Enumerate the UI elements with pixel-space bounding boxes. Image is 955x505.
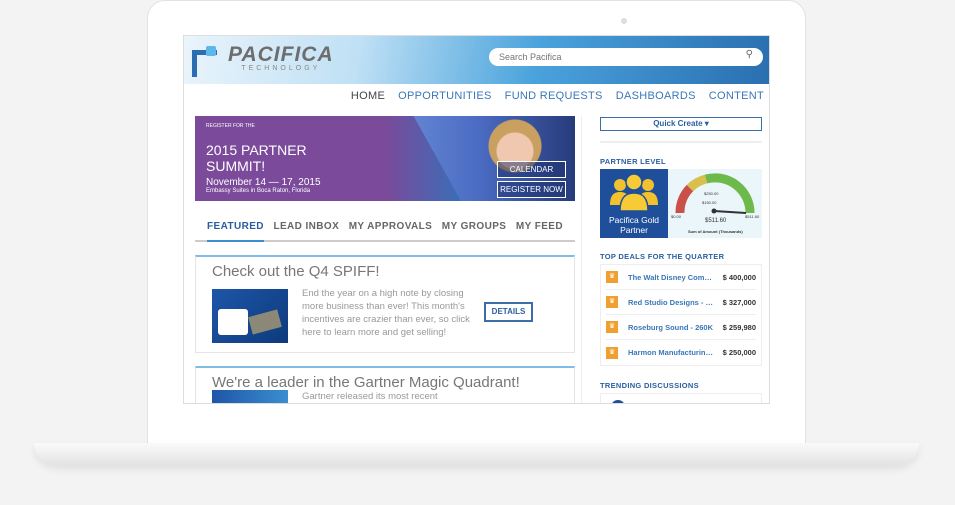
trending-discussions-heading: TRENDING DISCUSSIONS xyxy=(600,381,699,390)
deal-row[interactable]: ♛ Roseburg Sound - 260K $ 259,980 xyxy=(606,315,756,340)
discussion-icon xyxy=(611,400,625,403)
crown-icon: ♛ xyxy=(606,296,618,308)
details-button[interactable]: DETAILS xyxy=(484,302,533,322)
crown-icon: ♛ xyxy=(606,271,618,283)
nav-fund-requests[interactable]: FUND REQUESTS xyxy=(505,90,603,109)
partner-level-heading: PARTNER LEVEL xyxy=(600,157,666,166)
banner-title-line2: SUMMIT! xyxy=(206,158,266,174)
tab-lead-inbox[interactable]: LEAD INBOX xyxy=(273,221,339,240)
card-body: Gartner released its most recent xyxy=(302,391,438,402)
deal-row[interactable]: ♛ Harmon Manufacturing... $ 250,000 xyxy=(606,340,756,365)
users-icon xyxy=(610,173,658,211)
tab-featured[interactable]: FEATURED xyxy=(207,221,264,242)
gauge-label: $150.00 xyxy=(702,200,717,205)
search-input[interactable] xyxy=(489,48,763,66)
top-deals-list: ♛ The Walt Disney Comp... $ 400,000 ♛ Red S… xyxy=(600,264,762,366)
banner-title-line1: 2015 PARTNER xyxy=(206,142,307,158)
card-body: End the year on a high note by closing m… xyxy=(302,288,470,338)
gartner-thumbnail[interactable] xyxy=(212,390,288,403)
calendar-button[interactable]: CALENDAR xyxy=(497,161,566,178)
banner-title: 2015 PARTNER SUMMIT! xyxy=(206,142,307,174)
tab-my-feed[interactable]: MY FEED xyxy=(516,221,563,240)
banner-date: November 14 — 17, 2015 xyxy=(206,177,321,188)
feed-tabs: FEATURED LEAD INBOX MY APPROVALS MY GROU… xyxy=(195,221,575,242)
feature-card: Check out the Q4 SPIFF! End the year on … xyxy=(195,255,575,353)
gauge-value: $511.60 xyxy=(705,218,727,224)
screen: PACIFICA TECHNOLOGY ⚲ HOME OPPORTUNITIES… xyxy=(183,35,770,404)
spiff-thumbnail[interactable] xyxy=(212,289,288,343)
gauge-min-label: $0.00 xyxy=(671,214,682,219)
deal-name[interactable]: Red Studio Designs - 3... xyxy=(628,298,714,307)
logo-icon xyxy=(192,44,222,77)
top-deals-heading: TOP DEALS FOR THE QUARTER xyxy=(600,252,725,261)
gauge-label: $250.00 xyxy=(704,191,719,196)
header: PACIFICA TECHNOLOGY ⚲ xyxy=(184,36,769,84)
partner-level-label: Pacifica Gold Partner xyxy=(608,215,660,235)
logo-text: PACIFICA xyxy=(228,42,334,66)
deal-name[interactable]: The Walt Disney Comp... xyxy=(628,273,714,282)
gauge-caption: Sum of Amount (Thousands) xyxy=(688,229,743,234)
crown-icon: ♛ xyxy=(606,346,618,359)
main-nav: HOME OPPORTUNITIES FUND REQUESTS DASHBOA… xyxy=(184,84,769,109)
nav-home[interactable]: HOME xyxy=(351,90,385,109)
card-title: We're a leader in the Gartner Magic Quad… xyxy=(212,374,520,391)
search-icon[interactable]: ⚲ xyxy=(746,49,753,60)
gauge-max-label: $511.60 xyxy=(745,214,760,219)
nav-dashboards[interactable]: DASHBOARDS xyxy=(616,90,696,109)
laptop-base xyxy=(34,443,919,465)
deal-amount: $ 400,000 xyxy=(722,272,756,282)
partner-badge: Pacifica Gold Partner xyxy=(600,169,668,238)
feature-card: We're a leader in the Gartner Magic Quad… xyxy=(195,366,575,403)
tab-my-approvals[interactable]: MY APPROVALS xyxy=(349,221,433,240)
crown-icon: ♛ xyxy=(606,321,618,333)
nav-opportunities[interactable]: OPPORTUNITIES xyxy=(398,90,492,109)
deal-name[interactable]: Harmon Manufacturing... xyxy=(628,348,714,357)
tab-my-groups[interactable]: MY GROUPS xyxy=(442,221,507,240)
deal-amount: $ 327,000 xyxy=(722,297,756,307)
gauge-chart: $0.00 $150.00 $250.00 $511.60 $511.60 Su… xyxy=(668,169,762,238)
logo-subtext: TECHNOLOGY xyxy=(241,64,321,72)
deal-row[interactable]: ♛ Red Studio Designs - 3... $ 327,000 xyxy=(606,290,756,315)
deal-row[interactable]: ♛ The Walt Disney Comp... $ 400,000 xyxy=(606,265,756,290)
deal-name[interactable]: Roseburg Sound - 260K xyxy=(628,323,714,332)
register-now-button[interactable]: REGISTER NOW xyxy=(497,181,566,198)
deal-amount: $ 259,980 xyxy=(722,322,756,332)
summit-banner: REGISTER FOR THE 2015 PARTNER SUMMIT! Nov… xyxy=(195,116,575,201)
column-divider xyxy=(581,116,582,403)
nav-content[interactable]: CONTENT xyxy=(709,90,764,109)
partner-level: Pacifica Gold Partner $0.00 $150.00 $250… xyxy=(600,169,762,238)
logo[interactable]: PACIFICA TECHNOLOGY xyxy=(192,42,334,77)
card-title: Check out the Q4 SPIFF! xyxy=(212,263,380,280)
banner-kicker: REGISTER FOR THE xyxy=(206,123,255,129)
banner-location: Embassy Suites in Boca Raton, Florida xyxy=(206,188,311,194)
deal-amount: $ 250,000 xyxy=(722,348,756,357)
camera xyxy=(621,18,627,24)
trending-list xyxy=(600,393,762,403)
quick-create-button[interactable]: Quick Create ▾ xyxy=(600,117,762,131)
